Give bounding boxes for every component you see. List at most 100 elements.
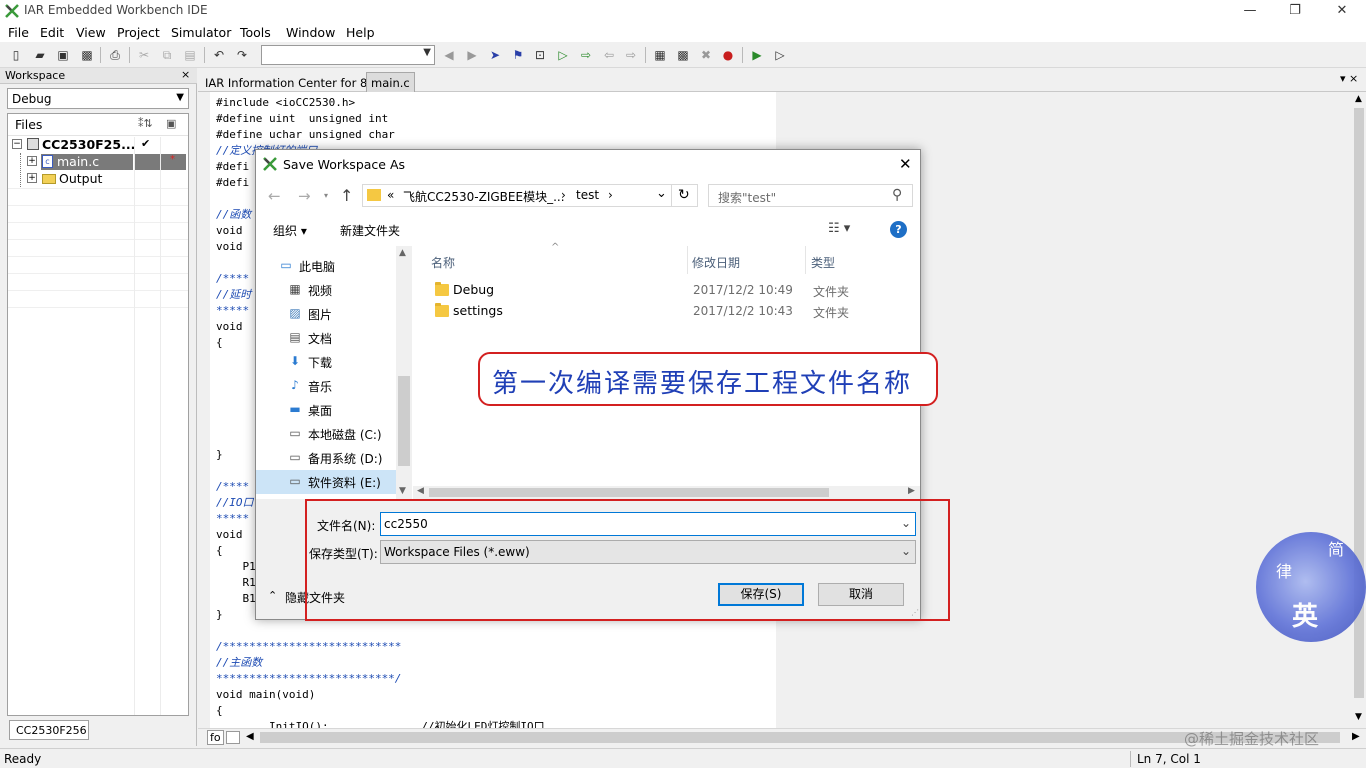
chevron-down-icon[interactable]: ▼ [423,47,431,58]
column-name[interactable]: 名称 [431,254,455,271]
find-in-files-icon[interactable]: ⊡ [531,46,549,64]
close-window-button[interactable]: ✕ [1332,2,1352,20]
chevron-up-icon[interactable]: ⌃ [268,589,277,602]
debug-without-download-icon[interactable]: ▷ [771,46,789,64]
menu-edit[interactable]: Edit [40,25,64,40]
scroll-thumb[interactable] [429,488,829,497]
menu-window[interactable]: Window [286,25,335,40]
paste-icon[interactable]: ▤ [181,46,199,64]
view-options-icon[interactable]: ☷ ▾ [828,221,850,236]
redo-icon[interactable]: ↷ [233,46,251,64]
copy-icon[interactable]: ⧉ [158,46,176,64]
configuration-select[interactable]: Debug ▼ [7,88,189,109]
scroll-down-icon[interactable]: ▼ [1355,712,1362,722]
tree-item-project[interactable]: − CC2530F25... ✔ [8,137,188,153]
tree-item-output[interactable]: + Output [8,171,188,187]
toggle-bookmark-icon[interactable]: ⚑ [509,46,527,64]
scroll-down-icon[interactable]: ▼ [399,486,406,496]
search-input[interactable]: 搜索"test" ⚲ [708,184,913,207]
tab-menu-icon[interactable]: ▾ × [1340,72,1358,85]
compile-icon[interactable]: ▦ [651,46,669,64]
column-date[interactable]: 修改日期 [692,254,740,271]
cut-icon[interactable]: ✂ [135,46,153,64]
open-folder-icon[interactable]: ▰ [31,46,49,64]
forward-arrow-icon[interactable]: → [298,187,311,205]
scroll-up-icon[interactable]: ▲ [1355,94,1362,104]
chevron-down-icon[interactable]: ▼ [176,92,184,103]
expand-icon[interactable]: + [27,156,37,166]
breadcrumb-separator[interactable]: › [561,188,566,202]
new-folder-button[interactable]: 新建文件夹 [340,222,400,239]
options-column-icon[interactable]: ▣ [166,117,176,130]
nav-item-drive-d[interactable]: ▭ 备用系统 (D:) [256,446,396,470]
nav-item-downloads[interactable]: ⬇ 下载 [256,350,396,374]
restore-button[interactable]: ❐ [1285,2,1305,20]
breadcrumb-current[interactable]: test [576,188,599,202]
breadcrumb-parent[interactable]: 飞航CC2530-ZIGBEE模块_... [403,188,565,205]
file-list-hscrollbar[interactable]: ◀ ▶ [413,486,920,499]
toggle-breakpoint-icon[interactable]: ● [719,46,737,64]
nav-item-desktop[interactable]: ▬ 桌面 [256,398,396,422]
navigate-icon[interactable]: ⇨ [622,46,640,64]
workspace-tab[interactable]: CC2530F256 [9,720,89,740]
navigate-back-icon[interactable]: ⇦ [600,46,618,64]
recent-dropdown-icon[interactable]: ▾ [324,191,328,200]
nav-item-drive-c[interactable]: ▭ 本地磁盘 (C:) [256,422,396,446]
address-bar[interactable]: « 飞航CC2530-ZIGBEE模块_... › test › ⌄ [362,184,672,207]
up-arrow-icon[interactable]: ↑ [340,186,353,205]
vertical-scrollbar[interactable]: ▲ ▼ [1352,92,1366,728]
breadcrumb-separator[interactable]: › [608,188,613,202]
function-nav-button[interactable]: fo [207,730,224,745]
nav-item-videos[interactable]: ▦ 视频 [256,278,396,302]
find-next-icon[interactable]: ▶ [463,46,481,64]
nav-item-drive-e[interactable]: ▭ 软件资料 (E:) [256,470,396,494]
next-bookmark-icon[interactable]: ▷ [554,46,572,64]
nav-item-documents[interactable]: ▤ 文档 [256,326,396,350]
help-icon[interactable]: ? [890,221,907,238]
scroll-right-icon[interactable]: ▶ [908,486,915,496]
nav-scrollbar[interactable]: ▲ ▼ [396,246,412,499]
stop-build-icon[interactable]: ✖ [697,46,715,64]
menu-simulator[interactable]: Simulator [171,25,231,40]
scroll-thumb[interactable] [398,376,410,466]
save-icon[interactable]: ▣ [54,46,72,64]
organize-menu[interactable]: 组织 ▾ [273,222,307,239]
new-file-icon[interactable]: ▯ [7,46,25,64]
close-icon[interactable]: × [181,68,190,81]
find-prev-icon[interactable]: ◀ [440,46,458,64]
print-icon[interactable]: ⎙ [106,46,124,64]
menu-tools[interactable]: Tools [240,25,271,40]
refresh-button[interactable]: ↻ [672,184,698,207]
tab-main-c[interactable]: main.c [366,72,415,92]
check-column-icon[interactable]: ⁑⇅ [138,117,153,130]
download-and-debug-icon[interactable]: ▶ [748,46,766,64]
undo-icon[interactable]: ↶ [210,46,228,64]
scroll-left-icon[interactable]: ◀ [246,731,254,742]
collapse-icon[interactable]: − [12,139,22,149]
make-icon[interactable]: ▩ [674,46,692,64]
go-to-icon[interactable]: ➤ [486,46,504,64]
nav-item-pictures[interactable]: ▨ 图片 [256,302,396,326]
expand-icon[interactable]: + [27,173,37,183]
file-row-debug[interactable]: Debug 2017/12/2 10:49 文件夹 [431,280,901,301]
nav-item-music[interactable]: ♪ 音乐 [256,374,396,398]
scroll-thumb[interactable] [260,732,1340,743]
menu-file[interactable]: File [8,25,29,40]
find-combo[interactable]: ▼ [261,45,435,65]
scroll-left-icon[interactable]: ◀ [417,486,424,496]
address-dropdown-icon[interactable]: ⌄ [656,186,667,201]
tree-item-main-c[interactable]: + c main.c * [8,154,188,170]
save-all-icon[interactable]: ▩ [78,46,96,64]
minimize-button[interactable]: — [1240,2,1260,20]
menu-project[interactable]: Project [117,25,160,40]
dialog-close-button[interactable]: ✕ [899,155,912,173]
nav-box-icon[interactable] [226,731,240,744]
menu-help[interactable]: Help [346,25,375,40]
navigate-forward-icon[interactable]: ⇨ [577,46,595,64]
nav-item-this-pc[interactable]: ▭ 此电脑 [256,254,396,278]
scroll-right-icon[interactable]: ▶ [1352,731,1360,742]
file-row-settings[interactable]: settings 2017/12/2 10:43 文件夹 [431,301,901,322]
menu-view[interactable]: View [76,25,106,40]
column-type[interactable]: 类型 [811,254,835,271]
back-arrow-icon[interactable]: ← [268,187,281,205]
